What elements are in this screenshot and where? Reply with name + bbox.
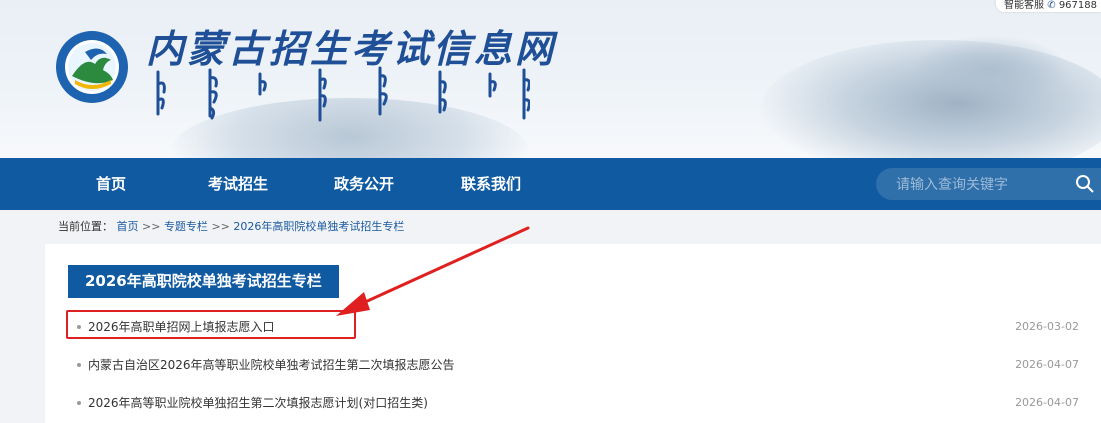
list-item-link[interactable]: 2026年高等职业院校单独招生第二次填报志愿计划(对口招生类)	[88, 394, 428, 412]
list-item-link[interactable]: 2026年高职单招网上填报志愿入口	[88, 318, 275, 336]
list-item: 2026年高职单招网上填报志愿入口 2026-03-02	[45, 318, 1101, 336]
list-item-date: 2026-04-07	[1015, 358, 1079, 371]
list-item-date: 2026-03-02	[1015, 320, 1079, 333]
search-input[interactable]	[894, 168, 1068, 202]
site-header: 智能客服 ✆ 967188 内蒙古招生考试信息网	[0, 0, 1101, 158]
phone-icon: ✆	[1047, 0, 1056, 11]
breadcrumb-prefix: 当前位置：	[58, 220, 113, 233]
bullet-icon	[77, 363, 81, 367]
section-title: 2026年高职院校单独考试招生专栏	[68, 265, 339, 298]
nav-item-contact-us[interactable]: 联系我们	[461, 158, 521, 210]
list-item-date: 2026-04-07	[1015, 396, 1079, 409]
content-panel: 2026年高职院校单独考试招生专栏 2026年高职单招网上填报志愿入口 2026…	[45, 244, 1101, 423]
list-item: 2026年高等职业院校单独招生第二次填报志愿计划(对口招生类) 2026-04-…	[45, 394, 1101, 412]
breadcrumb-link-topics[interactable]: 专题专栏	[164, 220, 208, 233]
breadcrumb-separator: >>	[211, 220, 230, 233]
bullet-icon	[77, 401, 81, 405]
red-arrow-icon	[336, 226, 530, 316]
nav-item-home[interactable]: 首页	[96, 158, 126, 210]
bullet-icon	[77, 325, 81, 329]
main-nav: 首页 考试招生 政务公开 联系我们	[0, 158, 1101, 210]
search-icon[interactable]	[1075, 174, 1095, 194]
mountain-decor-far-right	[910, 35, 1070, 105]
customer-service-number: 967188	[1058, 0, 1097, 11]
list-item-link[interactable]: 内蒙古自治区2026年高等职业院校单独考试招生第二次填报志愿公告	[88, 356, 455, 374]
breadcrumb-separator: >>	[142, 220, 161, 233]
site-logo-icon[interactable]	[55, 30, 129, 104]
customer-service-label: 智能客服	[1004, 0, 1045, 11]
list-item: 内蒙古自治区2026年高等职业院校单独考试招生第二次填报志愿公告 2026-04…	[45, 356, 1101, 374]
breadcrumb-link-home[interactable]: 首页	[117, 220, 139, 233]
nav-item-government-affairs[interactable]: 政务公开	[334, 158, 394, 210]
mongolian-script-title	[156, 66, 530, 122]
search-box	[876, 168, 1101, 202]
customer-service-bar[interactable]: 智能客服 ✆ 967188	[996, 0, 1101, 12]
nav-item-exam-enrollment[interactable]: 考试招生	[208, 158, 268, 210]
